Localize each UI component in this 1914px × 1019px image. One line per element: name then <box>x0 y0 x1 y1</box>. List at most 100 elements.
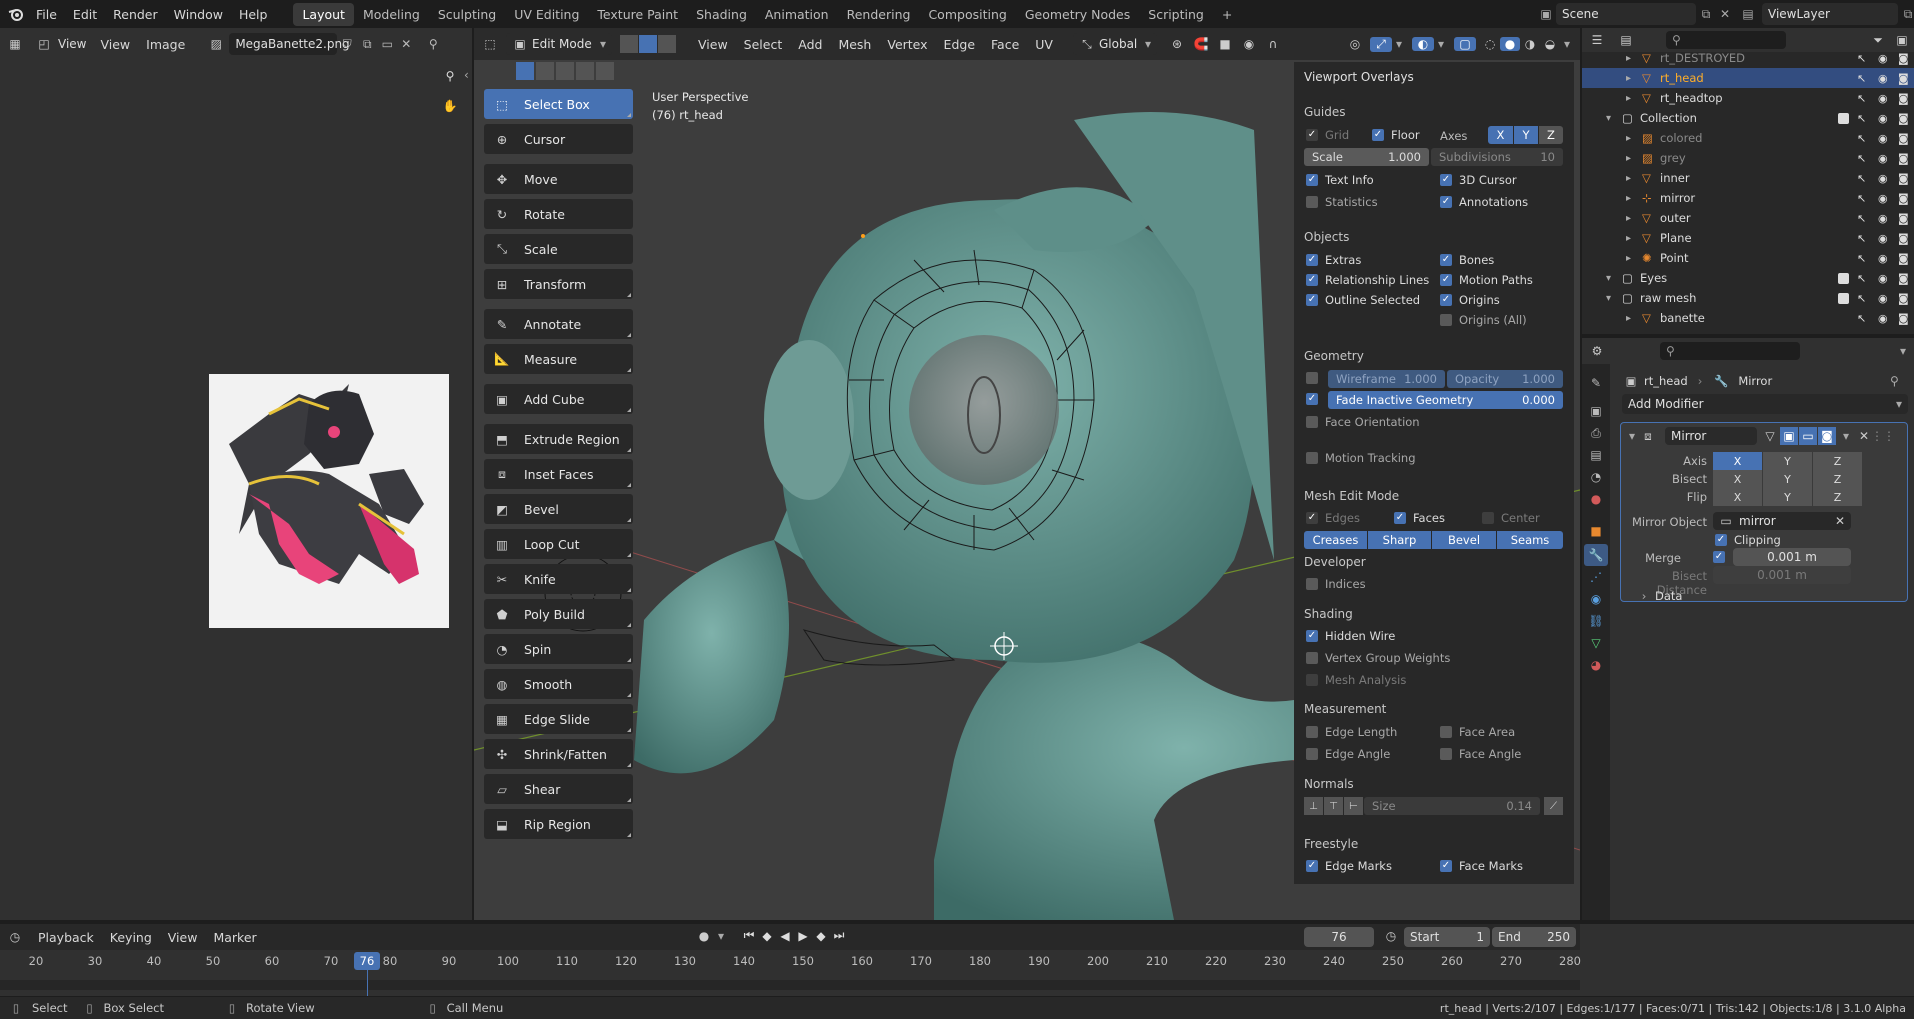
chevron-right-icon[interactable]: ▸ <box>1626 193 1631 204</box>
edge-length-checkbox[interactable]: Edge Length <box>1306 725 1397 739</box>
chevron-right-icon[interactable]: ▸ <box>1626 213 1631 224</box>
3d-cursor-checkbox[interactable]: ✓ 3D Cursor <box>1440 173 1517 187</box>
camera-icon[interactable]: ◙ <box>1898 92 1909 105</box>
vertex-select-icon[interactable] <box>620 35 638 53</box>
tool-edge-slide[interactable]: ▦ Edge Slide <box>484 704 633 734</box>
hidden-wire-checkbox[interactable]: ✓ Hidden Wire <box>1306 629 1395 643</box>
chevron-right-icon[interactable]: ▸ <box>1626 173 1631 184</box>
outliner-item[interactable]: ▸ ▽ outer ↖ ◉ ◙ <box>1582 208 1914 228</box>
camera-icon[interactable]: ◙ <box>1898 252 1909 265</box>
outliner-search-input[interactable]: ⚲ <box>1666 31 1786 49</box>
filter-icon[interactable]: ⏷ <box>1866 33 1890 48</box>
pan-hand-icon[interactable]: ✋ <box>440 96 460 116</box>
scene-selector[interactable]: Scene <box>1556 3 1696 25</box>
workspace-tab-texture-paint[interactable]: Texture Paint <box>588 3 687 26</box>
outliner-item[interactable]: ▾ ▢ Eyes ↖ ◉ ◙ <box>1582 268 1914 288</box>
eyedropper-icon[interactable]: ⟋ <box>1544 797 1563 815</box>
wireframe-shading-icon[interactable]: ◌ <box>1480 37 1500 51</box>
chevron-down-icon[interactable]: ▾ <box>1606 273 1611 284</box>
tool-smooth[interactable]: ◍ Smooth <box>484 669 633 699</box>
exclude-checkbox[interactable] <box>1838 292 1849 304</box>
pin-icon[interactable]: ⚲ <box>423 37 443 51</box>
material-shading-icon[interactable]: ◑ <box>1520 37 1540 51</box>
scene-tab-icon[interactable]: ◔ <box>1586 470 1606 484</box>
blender-logo-icon[interactable] <box>4 6 28 22</box>
camera-icon[interactable]: ◙ <box>1898 172 1909 185</box>
image-name-field[interactable]: MegaBanette2.png <box>229 33 350 55</box>
set-selection-icon[interactable] <box>516 62 534 80</box>
chevron-right-icon[interactable]: ▸ <box>1626 253 1631 264</box>
editor-type-icon[interactable]: ▦ <box>0 37 30 51</box>
bones-checkbox[interactable]: ✓ Bones <box>1440 253 1494 267</box>
editor-type-icon[interactable]: ⚙ <box>1582 344 1612 358</box>
eye-icon[interactable]: ◉ <box>1878 152 1888 165</box>
outliner-item[interactable]: ▾ ▢ raw mesh ↖ ◉ ◙ <box>1582 288 1914 308</box>
eye-icon[interactable]: ◉ <box>1878 112 1888 125</box>
editor-type-icon[interactable]: ☰ <box>1582 33 1612 47</box>
floor-checkbox[interactable]: ✓ Floor <box>1372 128 1420 142</box>
menu-window[interactable]: Window <box>166 7 231 22</box>
menu-view[interactable]: View <box>92 37 138 52</box>
select-icon[interactable]: ↖ <box>1857 52 1866 65</box>
fade-inactive-checkbox[interactable]: ✓ <box>1306 393 1325 405</box>
tool-move[interactable]: ✥ Move <box>484 164 633 194</box>
fade-inactive-slider[interactable]: Fade Inactive Geometry 0.000 <box>1328 391 1563 409</box>
outliner-item[interactable]: ▸ ▽ rt_DESTROYED ↖ ◉ ◙ <box>1582 48 1914 68</box>
chevron-right-icon[interactable]: ▸ <box>1626 133 1631 144</box>
tool-knife[interactable]: ✂ Knife <box>484 564 633 594</box>
workspace-tab-sculpting[interactable]: Sculpting <box>429 3 505 26</box>
camera-icon[interactable]: ◙ <box>1898 152 1909 165</box>
axis-y-button[interactable]: Y <box>1763 452 1812 470</box>
axis-z-toggle[interactable]: Z <box>1539 126 1563 144</box>
end-frame-field[interactable]: End 250 <box>1492 927 1576 947</box>
menu-help[interactable]: Help <box>231 7 276 22</box>
workspace-tab-uv-editing[interactable]: UV Editing <box>505 3 588 26</box>
menu-marker[interactable]: Marker <box>205 930 264 945</box>
editor-type-icon[interactable]: ⬚ <box>474 37 506 51</box>
tool-select-box[interactable]: ⬚ Select Box <box>484 89 633 119</box>
current-frame-field[interactable]: 76 <box>1304 927 1374 947</box>
chevron-down-icon[interactable]: ▾ <box>1606 293 1611 304</box>
tool-shear[interactable]: ▱ Shear <box>484 774 633 804</box>
bisect-x-button[interactable]: X <box>1713 470 1762 488</box>
menu-edge[interactable]: Edge <box>936 37 983 52</box>
drag-handle-icon[interactable]: ⋮⋮ <box>1871 429 1895 443</box>
chevron-right-icon[interactable]: ▸ <box>1626 53 1631 64</box>
subtract-selection-icon[interactable] <box>556 62 574 80</box>
scene-icon[interactable]: ▣ <box>1536 7 1556 21</box>
text-info-checkbox[interactable]: ✓ Text Info <box>1306 173 1374 187</box>
motion-paths-checkbox[interactable]: ✓ Motion Paths <box>1440 273 1533 287</box>
wireframe-slider[interactable]: Wireframe 1.000 <box>1328 370 1445 388</box>
menu-uv[interactable]: UV <box>1027 37 1061 52</box>
eye-icon[interactable]: ◉ <box>1878 52 1888 65</box>
select-icon[interactable]: ↖ <box>1857 292 1866 305</box>
fake-user-icon[interactable]: ⛉ <box>337 37 357 52</box>
preview-range-icon[interactable]: ◷ <box>1382 929 1400 943</box>
face-area-checkbox[interactable]: Face Area <box>1440 725 1515 739</box>
workspace-tab-rendering[interactable]: Rendering <box>838 3 920 26</box>
physics-tab-icon[interactable]: ◉ <box>1586 592 1606 606</box>
faces-checkbox[interactable]: ✓ Faces <box>1394 511 1445 525</box>
chevron-down-icon[interactable]: ▾ <box>1560 37 1574 51</box>
statistics-checkbox[interactable]: Statistics <box>1306 195 1378 209</box>
close-icon[interactable]: ✕ <box>1835 514 1845 528</box>
outliner-item[interactable]: ▸ ▨ colored ↖ ◉ ◙ <box>1582 128 1914 148</box>
tool-scale[interactable]: ⤡ Scale <box>484 234 633 264</box>
flip-z-button[interactable]: Z <box>1813 488 1862 506</box>
face-select-icon[interactable] <box>658 35 676 53</box>
chevron-right-icon[interactable]: ▸ <box>1626 153 1631 164</box>
add-workspace-button[interactable]: + <box>1213 3 1241 26</box>
eye-icon[interactable]: ◉ <box>1878 292 1888 305</box>
menu-keying[interactable]: Keying <box>102 930 160 945</box>
axis-y-toggle[interactable]: Y <box>1514 126 1538 144</box>
edge-select-icon[interactable] <box>639 35 657 53</box>
menu-image[interactable]: Image <box>138 37 193 52</box>
axis-z-button[interactable]: Z <box>1813 452 1862 470</box>
view-layer-tab-icon[interactable]: ▤ <box>1586 448 1606 462</box>
edit-mode-cage-icon[interactable]: ▽ <box>1761 429 1779 443</box>
workspace-tab-modeling[interactable]: Modeling <box>354 3 429 26</box>
snap-icon[interactable]: 🧲 <box>1189 37 1213 51</box>
tool-tab-icon[interactable]: ✎ <box>1586 376 1606 390</box>
tool-loop-cut[interactable]: ▥ Loop Cut <box>484 529 633 559</box>
tool-cursor[interactable]: ⊕ Cursor <box>484 124 633 154</box>
